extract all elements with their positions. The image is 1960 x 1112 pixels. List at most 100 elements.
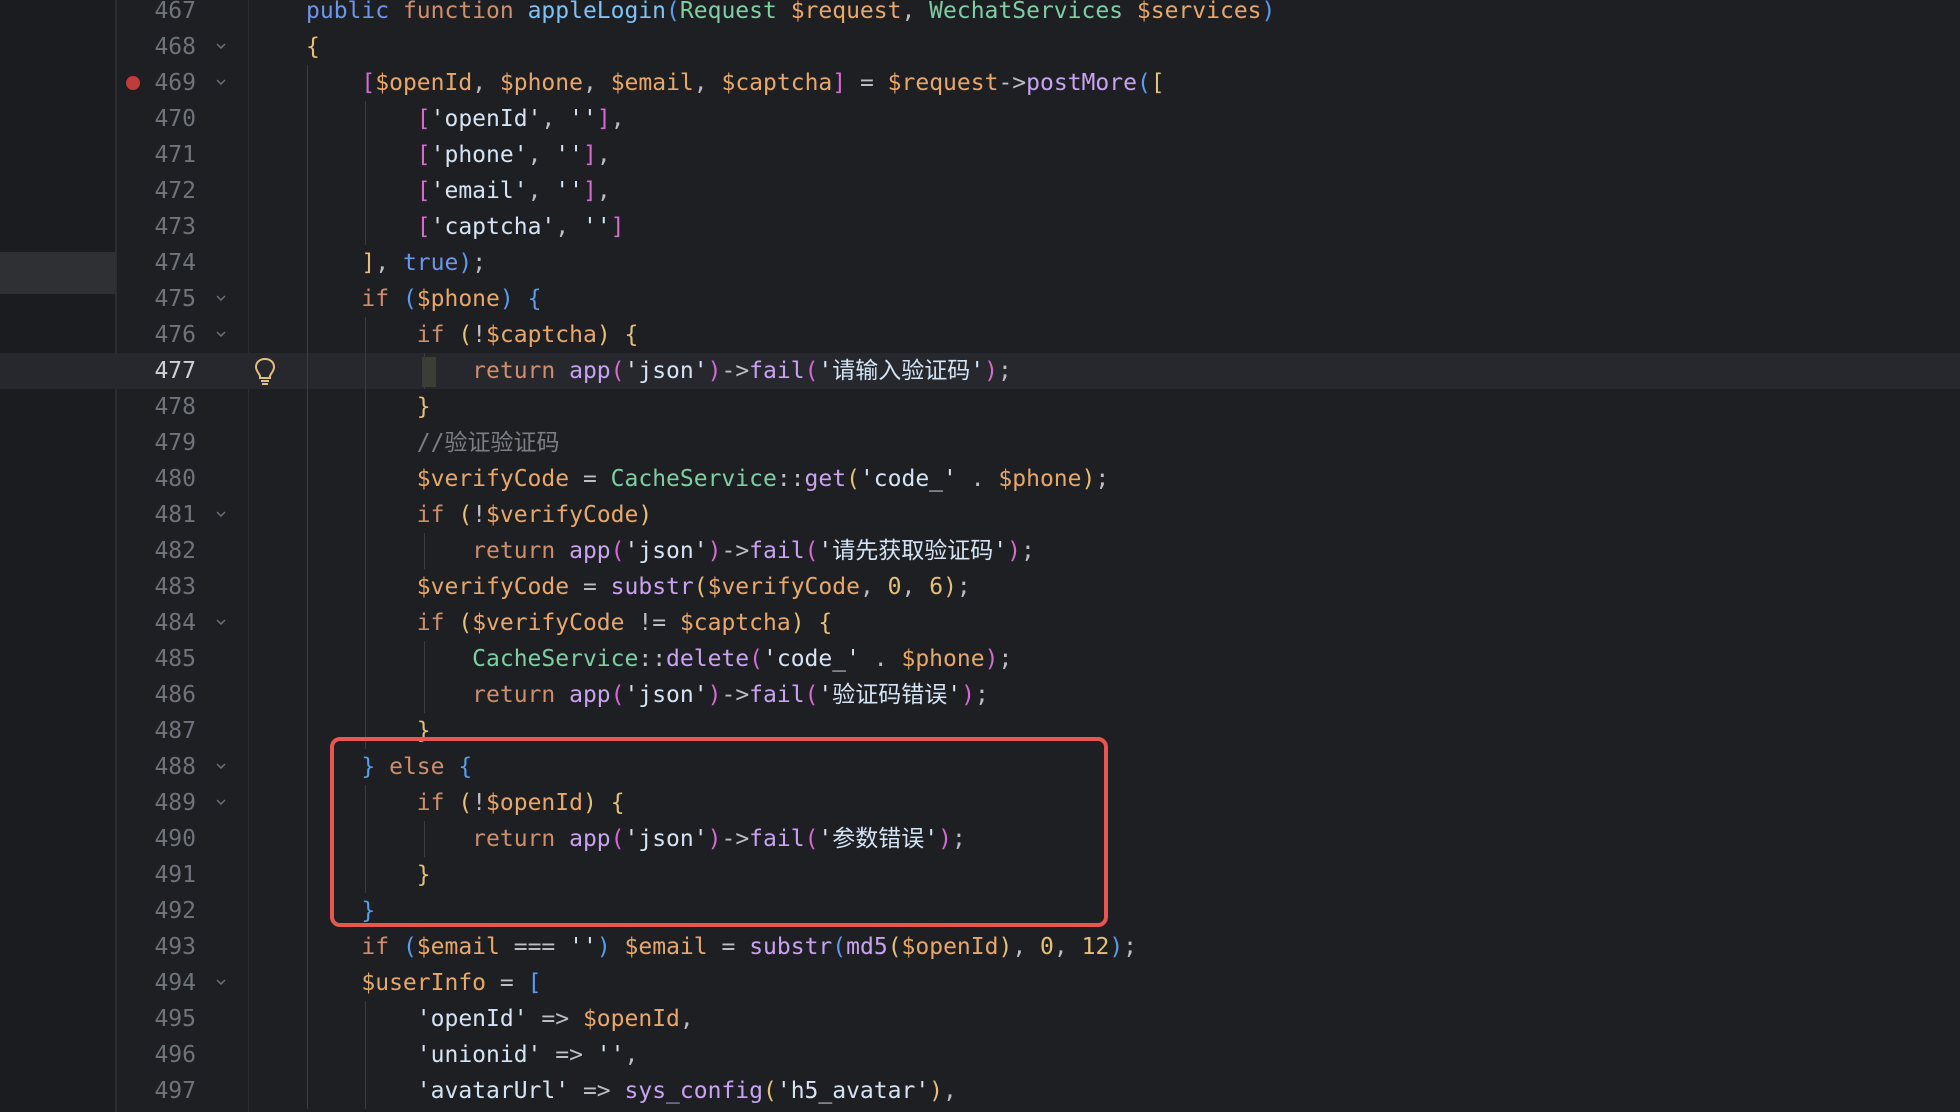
code-text[interactable]: return app('json')->fail('请输入验证码');: [306, 353, 1012, 389]
code-line[interactable]: 486 return app('json')->fail('验证码错误');: [0, 677, 1960, 713]
code-line[interactable]: 497 'avatarUrl' => sys_config('h5_avatar…: [0, 1073, 1960, 1109]
code-line[interactable]: 473 ['captcha', '']: [0, 209, 1960, 245]
code-line[interactable]: 471 ['phone', ''],: [0, 137, 1960, 173]
line-number[interactable]: 487: [117, 713, 196, 749]
fold-chevron-icon[interactable]: [216, 77, 226, 87]
fold-chevron-icon[interactable]: [216, 761, 226, 771]
code-text[interactable]: //验证验证码: [306, 425, 560, 461]
code-line[interactable]: 493 if ($email === '') $email = substr(m…: [0, 929, 1960, 965]
code-line[interactable]: 478 }: [0, 389, 1960, 425]
code-line[interactable]: 495 'openId' => $openId,: [0, 1001, 1960, 1037]
fold-chevron-icon[interactable]: [216, 617, 226, 627]
line-number[interactable]: 478: [117, 389, 196, 425]
code-text[interactable]: if (!$verifyCode): [306, 497, 652, 533]
code-text[interactable]: if ($phone) {: [306, 281, 541, 317]
line-number[interactable]: 481: [117, 497, 196, 533]
code-token: ,: [610, 106, 625, 132]
code-text[interactable]: ['email', ''],: [306, 173, 611, 209]
code-text[interactable]: $userInfo = [: [306, 965, 541, 1001]
code-token: ): [1261, 0, 1276, 24]
code-text[interactable]: [$openId, $phone, $email, $captcha] = $r…: [306, 65, 1164, 101]
code-line[interactable]: 477 return app('json')->fail('请输入验证码');: [0, 353, 1960, 389]
code-editor[interactable]: 467 public function appleLogin(Request $r…: [0, 0, 1960, 1112]
line-number[interactable]: 476: [117, 317, 196, 353]
code-token: if: [416, 322, 459, 348]
code-line[interactable]: 485 CacheService::delete('code_' . $phon…: [0, 641, 1960, 677]
code-token: (: [762, 1078, 777, 1104]
line-number[interactable]: 484: [117, 605, 196, 641]
line-number[interactable]: 492: [117, 893, 196, 929]
code-text[interactable]: 'avatarUrl' => sys_config('h5_avatar'),: [306, 1073, 957, 1109]
lightbulb-icon[interactable]: [252, 356, 278, 386]
code-text[interactable]: 'openId' => $openId,: [306, 1001, 694, 1037]
code-line[interactable]: 483 $verifyCode = substr($verifyCode, 0,…: [0, 569, 1960, 605]
code-line[interactable]: 496 'unionid' => '',: [0, 1037, 1960, 1073]
line-number[interactable]: 474: [117, 245, 196, 281]
line-number[interactable]: 495: [117, 1001, 196, 1037]
line-number[interactable]: 490: [117, 821, 196, 857]
code-line[interactable]: 468 {: [0, 29, 1960, 65]
code-line[interactable]: 475 if ($phone) {: [0, 281, 1960, 317]
breakpoint-icon[interactable]: [126, 76, 140, 90]
line-number[interactable]: 494: [117, 965, 196, 1001]
code-line[interactable]: 480 $verifyCode = CacheService::get('cod…: [0, 461, 1960, 497]
code-line[interactable]: 469 [$openId, $phone, $email, $captcha] …: [0, 65, 1960, 101]
code-text[interactable]: ['captcha', '']: [306, 209, 625, 245]
code-text[interactable]: ['openId', ''],: [306, 101, 625, 137]
line-number[interactable]: 475: [117, 281, 196, 317]
fold-chevron-icon[interactable]: [216, 329, 226, 339]
code-text[interactable]: ['phone', ''],: [306, 137, 611, 173]
line-number[interactable]: 470: [117, 101, 196, 137]
code-line[interactable]: 476 if (!$captcha) {: [0, 317, 1960, 353]
line-number[interactable]: 483: [117, 569, 196, 605]
line-number[interactable]: 485: [117, 641, 196, 677]
code-line[interactable]: 474 ], true);: [0, 245, 1960, 281]
line-number[interactable]: 473: [117, 209, 196, 245]
line-number[interactable]: 480: [117, 461, 196, 497]
code-text[interactable]: if (!$captcha) {: [306, 317, 639, 353]
code-token: 'json': [624, 358, 708, 384]
line-number[interactable]: 493: [117, 929, 196, 965]
line-number[interactable]: 477: [117, 353, 196, 389]
line-number[interactable]: 467: [117, 0, 196, 29]
line-number[interactable]: 488: [117, 749, 196, 785]
fold-chevron-icon[interactable]: [216, 977, 226, 987]
code-text[interactable]: 'unionid' => '',: [306, 1037, 639, 1073]
fold-chevron-icon[interactable]: [216, 293, 226, 303]
line-number[interactable]: 471: [117, 137, 196, 173]
line-number[interactable]: 489: [117, 785, 196, 821]
fold-chevron-icon[interactable]: [216, 509, 226, 519]
code-line[interactable]: 481 if (!$verifyCode): [0, 497, 1960, 533]
line-number[interactable]: 486: [117, 677, 196, 713]
code-line[interactable]: 479 //验证验证码: [0, 425, 1960, 461]
line-number[interactable]: 468: [117, 29, 196, 65]
code-line[interactable]: 470 ['openId', ''],: [0, 101, 1960, 137]
line-number[interactable]: 497: [117, 1073, 196, 1109]
code-line[interactable]: 467 public function appleLogin(Request $r…: [0, 0, 1960, 29]
code-token: 'email': [430, 178, 528, 204]
line-number[interactable]: 491: [117, 857, 196, 893]
code-text[interactable]: }: [306, 389, 431, 425]
code-line[interactable]: 482 return app('json')->fail('请先获取验证码');: [0, 533, 1960, 569]
line-number[interactable]: 496: [117, 1037, 196, 1073]
code-line[interactable]: 484 if ($verifyCode != $captcha) {: [0, 605, 1960, 641]
code-line[interactable]: 494 $userInfo = [: [0, 965, 1960, 1001]
line-number[interactable]: 479: [117, 425, 196, 461]
code-text[interactable]: return app('json')->fail('验证码错误');: [306, 677, 989, 713]
code-text[interactable]: CacheService::delete('code_' . $phone);: [306, 641, 1012, 677]
code-text[interactable]: if ($verifyCode != $captcha) {: [306, 605, 832, 641]
line-number[interactable]: 482: [117, 533, 196, 569]
code-line[interactable]: 472 ['email', ''],: [0, 173, 1960, 209]
code-text[interactable]: return app('json')->fail('请先获取验证码');: [306, 533, 1035, 569]
code-text[interactable]: $verifyCode = CacheService::get('code_' …: [306, 461, 1109, 497]
line-number[interactable]: 472: [117, 173, 196, 209]
fold-chevron-icon[interactable]: [216, 41, 226, 51]
code-text[interactable]: {: [306, 29, 320, 65]
code-text[interactable]: if ($email === '') $email = substr(md5($…: [306, 929, 1137, 965]
code-text[interactable]: ], true);: [306, 245, 486, 281]
code-text[interactable]: $verifyCode = substr($verifyCode, 0, 6);: [306, 569, 971, 605]
fold-chevron-icon[interactable]: [216, 797, 226, 807]
code-text[interactable]: public function appleLogin(Request $requ…: [306, 0, 1275, 29]
